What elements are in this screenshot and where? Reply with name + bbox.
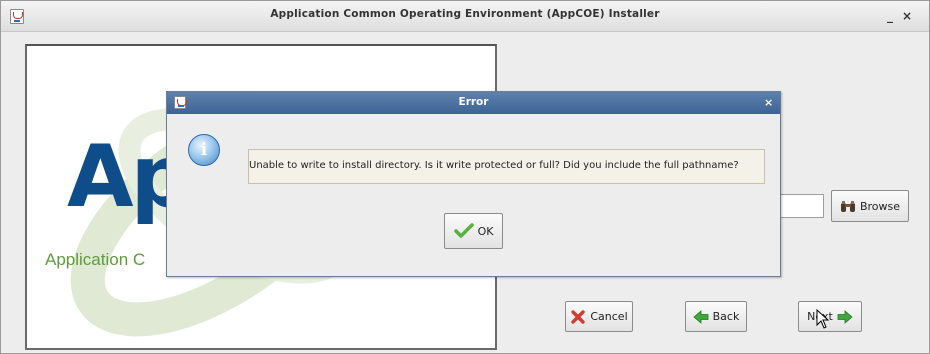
error-message: Unable to write to install directory. Is… — [249, 160, 739, 171]
browse-button[interactable]: Browse — [831, 190, 909, 222]
next-arrow-icon — [837, 309, 853, 324]
ok-button[interactable]: OK — [444, 213, 503, 249]
logo-subtitle: Application C — [45, 250, 146, 269]
window-titlebar[interactable]: Application Common Operating Environment… — [1, 1, 929, 32]
ok-button-label: OK — [477, 224, 494, 238]
dialog-title: Error — [458, 96, 489, 108]
back-button-label: Back — [712, 310, 740, 323]
info-glyph: i — [200, 140, 208, 160]
browse-button-label: Browse — [859, 199, 901, 213]
cancel-button-label: Cancel — [590, 310, 628, 323]
binoculars-icon — [840, 200, 855, 212]
minimize-button[interactable]: _ — [887, 9, 893, 23]
error-message-box: Unable to write to install directory. Is… — [248, 149, 765, 184]
cancel-x-icon — [571, 309, 586, 324]
dialog-close-button[interactable]: × — [764, 96, 773, 109]
cancel-button[interactable]: Cancel — [565, 301, 633, 332]
checkmark-icon — [453, 223, 474, 238]
back-arrow-icon — [693, 309, 709, 324]
next-button[interactable]: Next — [798, 301, 862, 332]
info-icon: i — [188, 134, 220, 166]
close-button[interactable]: × — [902, 9, 912, 23]
dialog-titlebar[interactable]: Error × — [167, 92, 780, 114]
install-directory-input[interactable] — [779, 194, 824, 218]
window-title: Application Common Operating Environment… — [270, 8, 660, 20]
back-button[interactable]: Back — [685, 301, 747, 332]
error-dialog: Error × i Unable to write to install dir… — [166, 91, 781, 277]
mouse-cursor-icon — [816, 309, 830, 329]
